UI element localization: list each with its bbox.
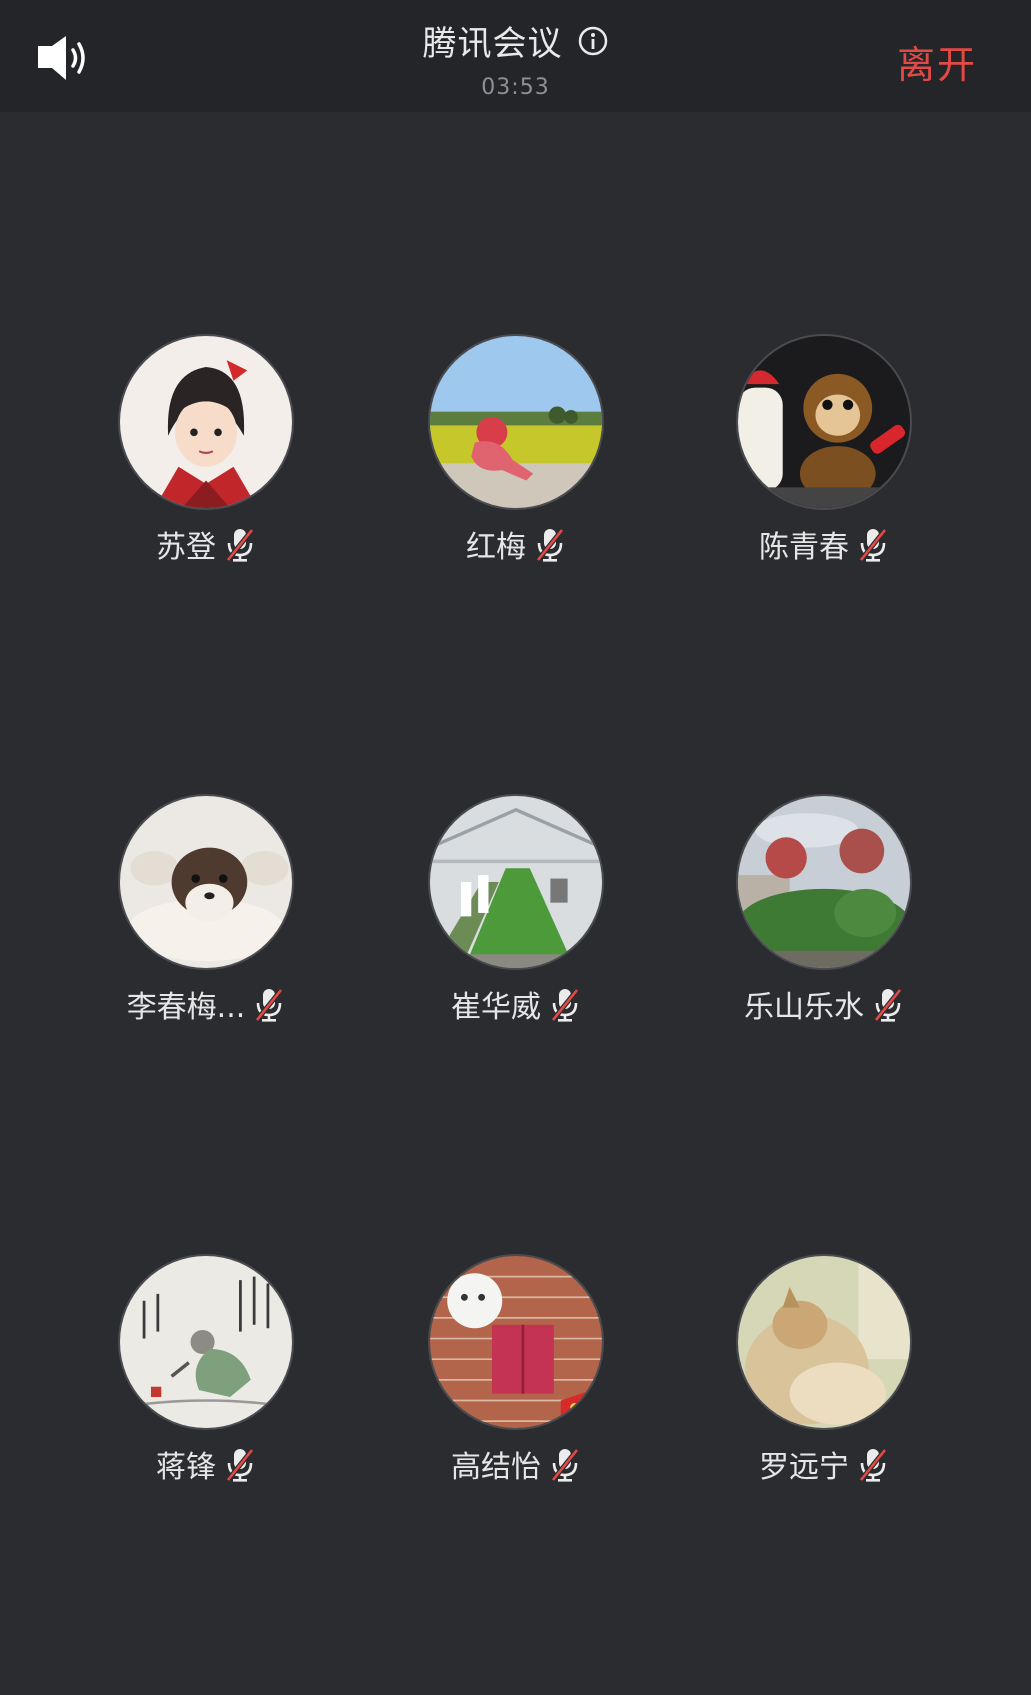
mic-muted-icon xyxy=(226,528,254,562)
mic-muted-icon xyxy=(551,1448,579,1482)
mic-muted-icon xyxy=(859,1448,887,1482)
participant-name: 乐山乐水 xyxy=(744,990,864,1025)
mic-muted-icon xyxy=(255,988,284,1022)
person-in-field-avatar xyxy=(428,334,604,510)
participant-name: 高结怡 xyxy=(451,1450,541,1485)
participant-tile[interactable]: 红梅 xyxy=(361,334,671,566)
participant-grid: 苏登 红梅 陈青春 李春梅... 崔华威 乐山乐水 蒋锋 高结怡 罗远宁 xyxy=(0,112,1031,1695)
mic-muted-icon xyxy=(551,988,579,1022)
cartoon-boy-avatar xyxy=(118,334,294,510)
top-bar: 腾讯会议 03:53 离开 xyxy=(0,0,1031,112)
monkey-toy-avatar xyxy=(736,334,912,510)
cat-avatar xyxy=(736,1254,912,1430)
participant-tile[interactable]: 李春梅... xyxy=(51,794,361,1026)
participant-tile[interactable]: 乐山乐水 xyxy=(669,794,979,1026)
meeting-timer: 03:53 xyxy=(481,75,550,100)
mic-muted-icon xyxy=(874,988,902,1022)
participant-name: 李春梅... xyxy=(126,990,246,1025)
trees-avatar xyxy=(736,794,912,970)
participant-tile[interactable]: 苏登 xyxy=(51,334,361,566)
meeting-title: 腾讯会议 xyxy=(422,24,563,64)
participant-tile[interactable]: 高结怡 xyxy=(361,1254,671,1486)
ink-painting-avatar xyxy=(118,1254,294,1430)
leave-button[interactable]: 离开 xyxy=(897,34,977,89)
meeting-header: 腾讯会议 03:53 xyxy=(0,16,1031,100)
participant-name: 崔华威 xyxy=(451,990,541,1025)
participant-name: 罗远宁 xyxy=(759,1450,849,1485)
participant-name: 苏登 xyxy=(156,530,216,565)
participant-name: 红梅 xyxy=(466,530,526,565)
participant-tile[interactable]: 陈青春 xyxy=(669,334,979,566)
mic-muted-icon xyxy=(859,528,887,562)
participant-name: 蒋锋 xyxy=(156,1450,216,1485)
greenhouse-avatar xyxy=(428,794,604,970)
participant-name: 陈青春 xyxy=(759,530,849,565)
puppy-avatar xyxy=(118,794,294,970)
participant-tile[interactable]: 罗远宁 xyxy=(669,1254,979,1486)
participant-tile[interactable]: 蒋锋 xyxy=(51,1254,361,1486)
mic-muted-icon xyxy=(536,528,564,562)
mic-muted-icon xyxy=(226,1448,254,1482)
participant-tile[interactable]: 崔华威 xyxy=(361,794,671,1026)
brick-wall-avatar xyxy=(428,1254,604,1430)
info-icon[interactable] xyxy=(577,25,609,57)
